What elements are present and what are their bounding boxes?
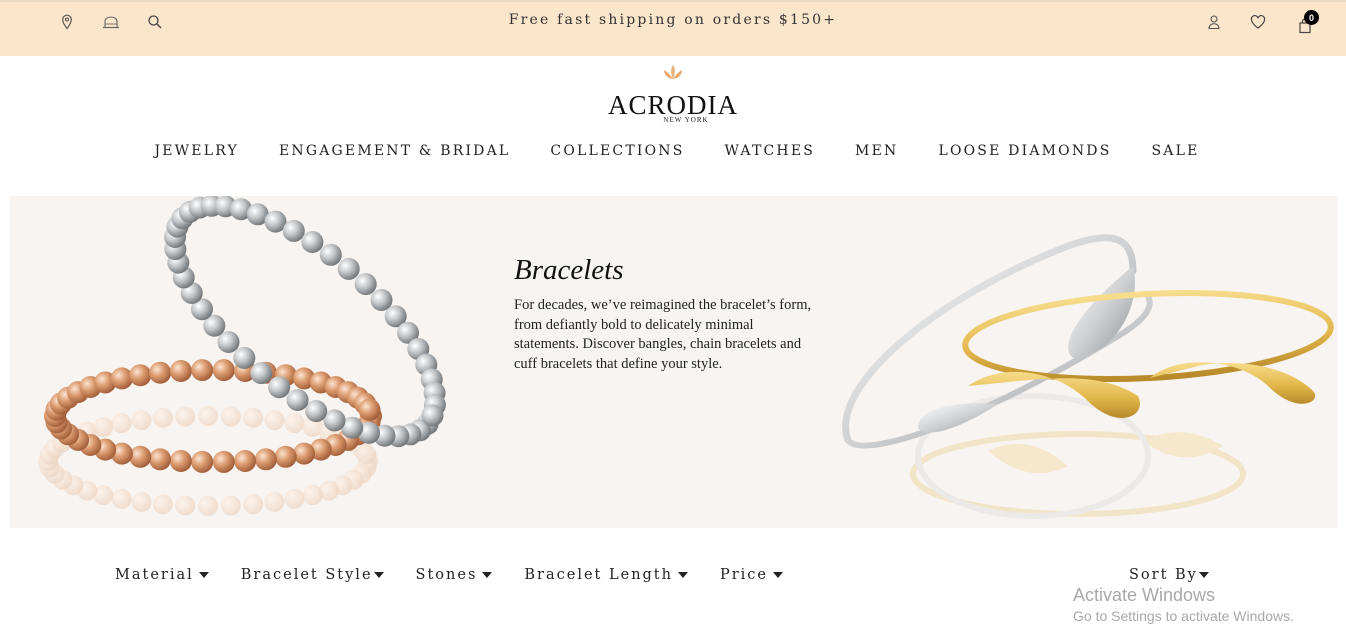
brand-location: NEW YORK xyxy=(663,116,709,124)
filter-label: Material xyxy=(115,567,194,583)
lotus-icon xyxy=(664,65,682,79)
hero-description: For decades, we’ve reimagined the bracel… xyxy=(514,297,812,372)
nav-item-engagement-bridal[interactable]: ENGAGEMENT & BRIDAL xyxy=(279,143,510,159)
wishlist-icon[interactable] xyxy=(1248,12,1268,32)
caret-down-icon xyxy=(1198,572,1209,578)
filter-label: Bracelet Style xyxy=(240,567,373,583)
main-nav: JEWELRY ENGAGEMENT & BRIDAL COLLECTIONS … xyxy=(0,143,1346,159)
windows-activation-watermark: Activate Windows Go to Settings to activ… xyxy=(1073,585,1294,624)
nav-item-watches[interactable]: WATCHES xyxy=(725,143,816,159)
filter-label: Price xyxy=(719,567,769,583)
promo-text: Free fast shipping on orders $150+ xyxy=(508,12,838,28)
brand-name: ACRODIA xyxy=(607,90,738,120)
filter-bracelet-length[interactable]: Bracelet Length xyxy=(524,567,688,583)
sort-by-label: Sort By xyxy=(1129,567,1198,583)
caret-down-icon xyxy=(773,572,784,578)
beaded-bracelets-image xyxy=(38,196,446,516)
announcement-bar: Free fast shipping on orders $150+ 0 xyxy=(0,0,1346,56)
hero-banner: Bracelets For decades, we’ve reimagined … xyxy=(10,196,1338,528)
hero-title: Bracelets xyxy=(514,254,624,286)
filter-stones[interactable]: Stones xyxy=(416,567,493,583)
filter-material[interactable]: Material xyxy=(115,567,209,583)
filter-label: Bracelet Length xyxy=(524,567,673,583)
watermark-title: Activate Windows xyxy=(1073,585,1216,605)
caret-down-icon xyxy=(198,572,209,578)
filter-bar: Material Bracelet Style Stones Bracelet … xyxy=(115,567,784,583)
nav-item-collections[interactable]: COLLECTIONS xyxy=(550,143,684,159)
nav-item-loose-diamonds[interactable]: LOOSE DIAMONDS xyxy=(938,143,1111,159)
watermark-subtitle: Go to Settings to activate Windows. xyxy=(1073,608,1294,624)
brand-logo[interactable]: ACRODIA NEW YORK xyxy=(0,64,1346,124)
sort-by-dropdown[interactable]: Sort By xyxy=(1129,567,1209,583)
caret-down-icon xyxy=(373,572,384,578)
gold-silver-bangles-image xyxy=(842,234,1334,519)
filter-label: Stones xyxy=(415,567,478,583)
cart-count-badge: 0 xyxy=(1304,10,1319,25)
filter-price[interactable]: Price xyxy=(719,567,784,583)
account-icon[interactable] xyxy=(1204,12,1224,32)
nav-item-men[interactable]: MEN xyxy=(855,143,898,159)
filter-bracelet-style[interactable]: Bracelet Style xyxy=(241,567,384,583)
nav-item-sale[interactable]: SALE xyxy=(1152,143,1200,159)
caret-down-icon xyxy=(677,572,688,578)
nav-item-jewelry[interactable]: JEWELRY xyxy=(154,143,239,159)
caret-down-icon xyxy=(482,572,493,578)
cart-icon[interactable]: 0 xyxy=(1295,10,1319,36)
